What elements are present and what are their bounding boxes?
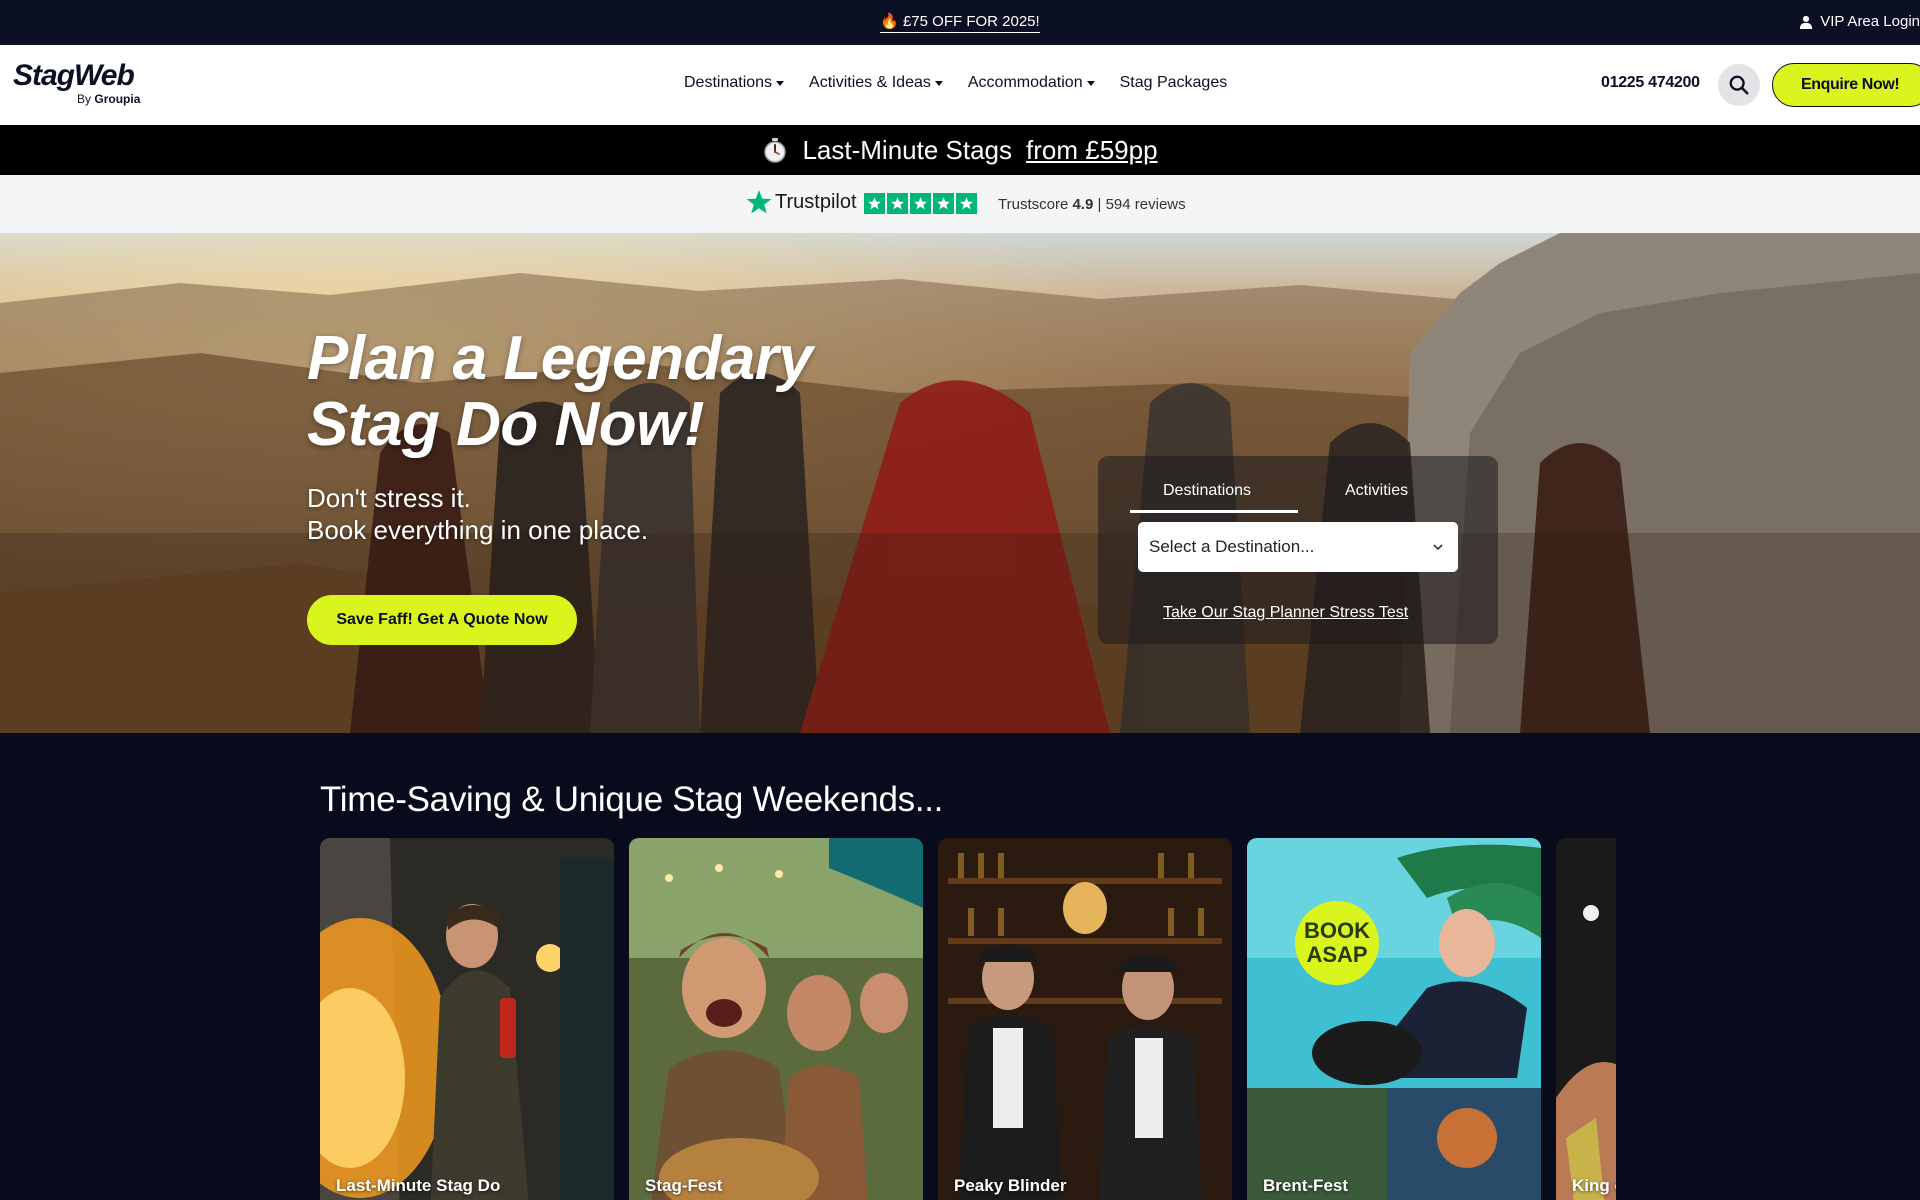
tab-activities[interactable]: Activities bbox=[1345, 482, 1408, 500]
hero-subtitle: Don't stress it. Book everything in one … bbox=[307, 482, 648, 546]
card-label: Last-Minute Stag Do bbox=[336, 1176, 501, 1195]
card-peaky-blinder[interactable]: Peaky Blinder bbox=[938, 838, 1232, 1200]
card-stag-fest[interactable]: Stag-Fest bbox=[629, 838, 923, 1200]
hero-subtitle-line: Don't stress it. bbox=[307, 483, 471, 513]
main-nav: Destinations Activities & Ideas Accommod… bbox=[684, 74, 1227, 92]
hero-title: Plan a Legendary Stag Do Now! bbox=[307, 324, 813, 459]
trustscore: Trustscore 4.9 | 594 reviews bbox=[998, 196, 1186, 213]
rating-star-icon bbox=[956, 193, 977, 214]
trustpilot-brand: Trustpilot bbox=[775, 190, 857, 213]
card-last-minute-stag-do[interactable]: Last-Minute Stag Do bbox=[320, 838, 614, 1200]
badge-line: BOOK bbox=[1304, 918, 1370, 943]
get-quote-button[interactable]: Save Faff! Get A Quote Now bbox=[307, 595, 577, 645]
hero-title-line: Stag Do Now! bbox=[307, 390, 704, 459]
promo-text: £75 OFF FOR 2025! bbox=[902, 13, 1040, 30]
active-tab-indicator bbox=[1130, 510, 1298, 513]
hero-title-line: Plan a Legendary bbox=[307, 324, 813, 393]
nav-label: Destinations bbox=[684, 74, 773, 91]
logo-brand: Groupia bbox=[94, 92, 141, 106]
destination-finder: Destinations Activities Select a Destina… bbox=[1098, 456, 1498, 644]
trustpilot-logo[interactable]: Trustpilot bbox=[746, 189, 857, 215]
logo-byline: By Groupia bbox=[77, 92, 140, 106]
stress-test-link[interactable]: Take Our Stag Planner Stress Test bbox=[1163, 604, 1408, 622]
phone-number[interactable]: 01225 474200 bbox=[1601, 74, 1700, 92]
chevron-down-icon bbox=[1433, 544, 1443, 551]
logo-by: By bbox=[77, 92, 92, 106]
last-minute-bar: Last-Minute Stags from £59pp bbox=[0, 125, 1920, 175]
stagweb-logo[interactable]: StagWeb By Groupia bbox=[13, 59, 140, 107]
hero-section: Plan a Legendary Stag Do Now! Don't stre… bbox=[0, 233, 1920, 733]
card-label: Stag-Fest bbox=[645, 1176, 723, 1195]
card-image: BOOK ASAP bbox=[1247, 838, 1541, 1200]
user-icon bbox=[1800, 15, 1813, 29]
last-minute-text: Last-Minute Stags bbox=[802, 134, 1013, 165]
nav-destinations[interactable]: Destinations bbox=[684, 74, 785, 92]
nav-stag-packages[interactable]: Stag Packages bbox=[1120, 74, 1228, 92]
nav-label: Stag Packages bbox=[1119, 74, 1228, 91]
card-image bbox=[629, 838, 923, 1200]
stag-weekend-carousel: Last-Minute Stag Do Stag-Fest Peaky Blin… bbox=[320, 838, 1616, 1200]
nav-label: Activities & Ideas bbox=[809, 74, 931, 91]
hero-background-image bbox=[0, 233, 1920, 733]
nav-accommodation[interactable]: Accommodation bbox=[968, 74, 1095, 92]
trustpilot-bar: Trustpilot Trustscore 4.9 | 594 reviews bbox=[0, 175, 1920, 233]
rating-star-icon bbox=[864, 193, 885, 214]
section-title: Time-Saving & Unique Stag Weekends... bbox=[320, 780, 944, 819]
trustpilot-rating-stars bbox=[864, 193, 977, 214]
trustpilot-star-icon bbox=[746, 190, 772, 214]
badge-line: ASAP bbox=[1306, 942, 1367, 967]
trustscore-value: 4.9 bbox=[1072, 196, 1094, 213]
rating-star-icon bbox=[910, 193, 931, 214]
destination-select-value: Select a Destination... bbox=[1149, 537, 1315, 556]
caret-down-icon bbox=[1086, 81, 1095, 86]
card-image bbox=[938, 838, 1232, 1200]
caret-down-icon bbox=[776, 81, 785, 86]
card-brent-fest[interactable]: BOOK ASAP Brent-Fest bbox=[1247, 838, 1541, 1200]
card-king-o[interactable]: King o bbox=[1556, 838, 1616, 1200]
stopwatch-icon bbox=[762, 137, 788, 163]
card-label: Brent-Fest bbox=[1263, 1176, 1349, 1195]
card-label: Peaky Blinder bbox=[954, 1176, 1067, 1195]
site-header: StagWeb By Groupia Destinations Activiti… bbox=[0, 45, 1920, 125]
trustscore-separator: | bbox=[1097, 196, 1102, 213]
promo-banner: 🔥 £75 OFF FOR 2025! bbox=[0, 12, 1920, 33]
card-image bbox=[1556, 838, 1616, 1200]
caret-down-icon bbox=[934, 81, 943, 86]
card-label: King o bbox=[1572, 1176, 1616, 1195]
fire-icon: 🔥 bbox=[880, 13, 899, 30]
review-count: 594 reviews bbox=[1105, 196, 1186, 213]
rating-star-icon bbox=[887, 193, 908, 214]
last-minute-price-link[interactable]: from £59pp bbox=[1026, 135, 1158, 166]
nav-label: Accommodation bbox=[967, 74, 1083, 91]
hero-subtitle-line: Book everything in one place. bbox=[307, 515, 649, 545]
enquire-now-button[interactable]: Enquire Now! bbox=[1772, 63, 1920, 107]
logo-name: StagWeb bbox=[13, 59, 135, 92]
search-button[interactable] bbox=[1718, 64, 1760, 106]
rating-star-icon bbox=[933, 193, 954, 214]
vip-login-link[interactable]: VIP Area Login bbox=[1799, 13, 1920, 30]
vip-login-label: VIP Area Login bbox=[1820, 13, 1920, 30]
promo-link[interactable]: 🔥 £75 OFF FOR 2025! bbox=[880, 13, 1040, 33]
trustscore-label: Trustscore bbox=[998, 196, 1069, 213]
nav-activities-ideas[interactable]: Activities & Ideas bbox=[809, 74, 943, 92]
card-image bbox=[320, 838, 614, 1200]
search-icon bbox=[1729, 75, 1749, 95]
tab-destinations[interactable]: Destinations bbox=[1163, 482, 1251, 500]
destination-select[interactable]: Select a Destination... bbox=[1138, 522, 1458, 572]
promo-bar: 🔥 £75 OFF FOR 2025! VIP Area Login bbox=[0, 0, 1920, 45]
